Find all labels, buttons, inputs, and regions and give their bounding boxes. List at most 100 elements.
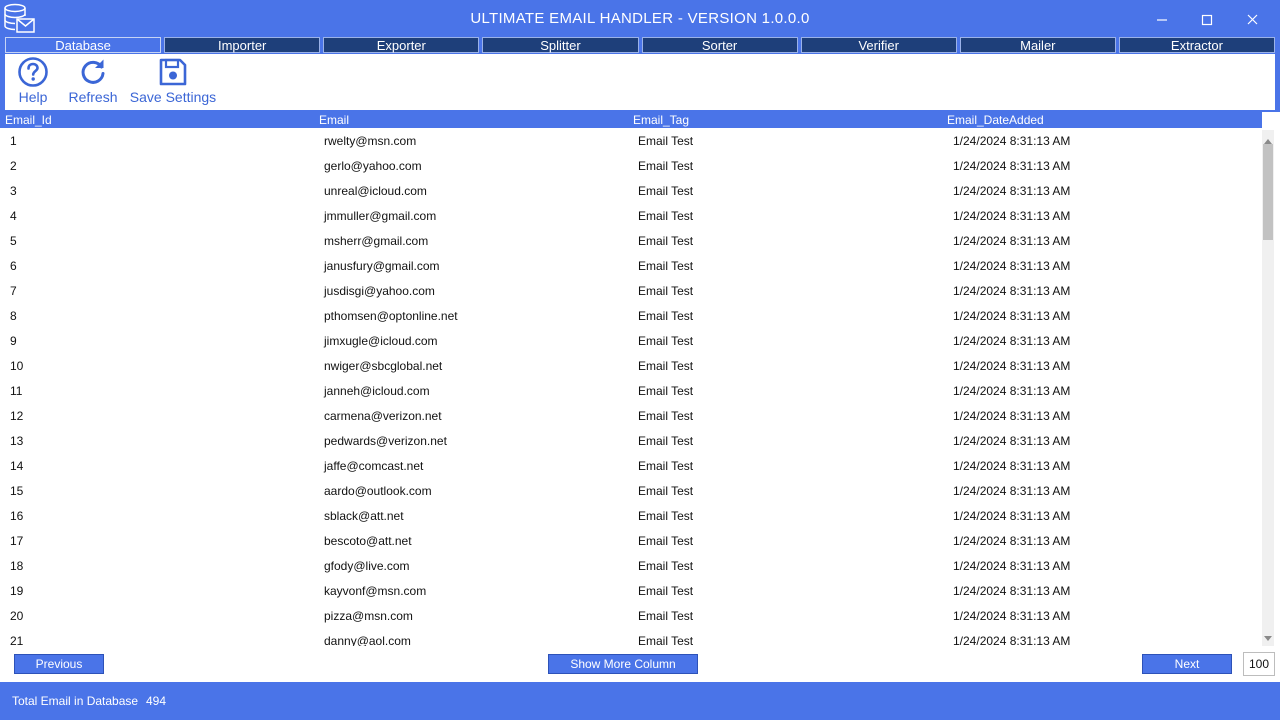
table-row[interactable]: 7 jusdisgi@yahoo.com Email Test 1/24/2024 8… bbox=[0, 279, 1262, 304]
cell-email: pizza@msn.com bbox=[324, 609, 413, 623]
refresh-button[interactable]: Refresh bbox=[67, 56, 119, 105]
table-row[interactable]: 9 jimxugle@icloud.com Email Test 1/24/2024 … bbox=[0, 329, 1262, 354]
cell-email-tag: Email Test bbox=[638, 334, 694, 348]
cell-email-id: 6 bbox=[10, 259, 17, 273]
minimize-icon[interactable] bbox=[1152, 8, 1172, 28]
tab-splitter[interactable]: Splitter bbox=[482, 37, 639, 53]
cell-email: rwelty@msn.com bbox=[324, 134, 417, 148]
vertical-scrollbar[interactable] bbox=[1262, 130, 1274, 646]
close-icon[interactable] bbox=[1243, 8, 1263, 28]
cell-date-added: 1/24/2024 8:31:13 AM bbox=[953, 209, 1071, 223]
cell-email-tag: Email Test bbox=[638, 284, 694, 298]
cell-email-id: 17 bbox=[10, 534, 24, 548]
save-disk-icon bbox=[127, 56, 219, 88]
column-header-email-id[interactable]: Email_Id bbox=[5, 112, 52, 128]
cell-date-added: 1/24/2024 8:31:13 AM bbox=[953, 184, 1071, 198]
table-row[interactable]: 15 aardo@outlook.com Email Test 1/24/2024 8… bbox=[0, 479, 1262, 504]
tab-exporter[interactable]: Exporter bbox=[323, 37, 480, 53]
cell-email-tag: Email Test bbox=[638, 359, 694, 373]
cell-email: jusdisgi@yahoo.com bbox=[324, 284, 435, 298]
cell-email-id: 3 bbox=[10, 184, 17, 198]
table-row[interactable]: 17 bescoto@att.net Email Test 1/24/2024 8:3… bbox=[0, 529, 1262, 554]
cell-email-tag: Email Test bbox=[638, 309, 694, 323]
table-row[interactable]: 3 unreal@icloud.com Email Test 1/24/2024 8:… bbox=[0, 179, 1262, 204]
email-table: Email_Id Email Email_Tag Email_DateAdded… bbox=[0, 112, 1280, 646]
cell-date-added: 1/24/2024 8:31:13 AM bbox=[953, 534, 1071, 548]
cell-date-added: 1/24/2024 8:31:13 AM bbox=[953, 584, 1071, 598]
table-row[interactable]: 12 carmena@verizon.net Email Test 1/24/2024… bbox=[0, 404, 1262, 429]
cell-date-added: 1/24/2024 8:31:13 AM bbox=[953, 359, 1071, 373]
column-header-email[interactable]: Email bbox=[319, 112, 349, 128]
table-row[interactable]: 8 pthomsen@optonline.net Email Test 1/24/20… bbox=[0, 304, 1262, 329]
cell-email-id: 10 bbox=[10, 359, 24, 373]
table-row[interactable]: 18 gfody@live.com Email Test 1/24/2024 8:31… bbox=[0, 554, 1262, 579]
maximize-icon[interactable] bbox=[1197, 8, 1217, 28]
cell-email-tag: Email Test bbox=[638, 134, 694, 148]
table-row[interactable]: 6 janusfury@gmail.com Email Test 1/24/2024 … bbox=[0, 254, 1262, 279]
help-button[interactable]: Help bbox=[15, 56, 51, 105]
cell-email: gfody@live.com bbox=[324, 559, 410, 573]
table-row[interactable]: 16 sblack@att.net Email Test 1/24/2024 8:31… bbox=[0, 504, 1262, 529]
cell-email-tag: Email Test bbox=[638, 259, 694, 273]
cell-email: pedwards@verizon.net bbox=[324, 434, 447, 448]
tab-sorter[interactable]: Sorter bbox=[641, 37, 798, 53]
table-row[interactable]: 10 nwiger@sbcglobal.net Email Test 1/24/202… bbox=[0, 354, 1262, 379]
cell-email-id: 11 bbox=[10, 384, 23, 398]
tab-verifier[interactable]: Verifier bbox=[800, 37, 957, 53]
toolbar: Help Refresh Save Settings bbox=[5, 54, 1275, 110]
cell-date-added: 1/24/2024 8:31:13 AM bbox=[953, 234, 1071, 248]
refresh-icon bbox=[67, 56, 119, 88]
previous-button[interactable]: Previous bbox=[14, 654, 104, 674]
total-email-label: Total Email in Database bbox=[12, 694, 139, 708]
tab-database[interactable]: Database bbox=[5, 37, 162, 53]
tab-extractor[interactable]: Extractor bbox=[1118, 37, 1275, 53]
column-header-date-added[interactable]: Email_DateAdded bbox=[947, 112, 1044, 128]
cell-email-id: 1 bbox=[10, 134, 17, 148]
cell-email-tag: Email Test bbox=[638, 634, 694, 646]
next-button[interactable]: Next bbox=[1142, 654, 1232, 674]
scroll-down-arrow-icon[interactable] bbox=[1264, 630, 1272, 646]
refresh-label: Refresh bbox=[68, 89, 118, 105]
title-bar: ULTIMATE EMAIL HANDLER - VERSION 1.0.0.0 bbox=[0, 0, 1280, 36]
table-row[interactable]: 14 jaffe@comcast.net Email Test 1/24/2024 8… bbox=[0, 454, 1262, 479]
cell-email-tag: Email Test bbox=[638, 434, 694, 448]
page-size-input[interactable]: 100 bbox=[1243, 652, 1275, 676]
cell-email: carmena@verizon.net bbox=[324, 409, 442, 423]
cell-email-tag: Email Test bbox=[638, 534, 694, 548]
cell-date-added: 1/24/2024 8:31:13 AM bbox=[953, 484, 1071, 498]
cell-email: nwiger@sbcglobal.net bbox=[324, 359, 443, 373]
table-row[interactable]: 20 pizza@msn.com Email Test 1/24/2024 8:31:… bbox=[0, 604, 1262, 629]
cell-date-added: 1/24/2024 8:31:13 AM bbox=[953, 634, 1071, 646]
cell-email-id: 12 bbox=[10, 409, 24, 423]
table-row[interactable]: 11 janneh@icloud.com Email Test 1/24/2024 8… bbox=[0, 379, 1262, 404]
tab-mailer[interactable]: Mailer bbox=[959, 37, 1116, 53]
cell-email-id: 4 bbox=[10, 209, 17, 223]
table-row[interactable]: 21 danny@aol.com Email Test 1/24/2024 8:31:… bbox=[0, 629, 1262, 646]
table-row[interactable]: 13 pedwards@verizon.net Email Test 1/24/202… bbox=[0, 429, 1262, 454]
cell-date-added: 1/24/2024 8:31:13 AM bbox=[953, 409, 1071, 423]
cell-date-added: 1/24/2024 8:31:13 AM bbox=[953, 259, 1071, 273]
table-row[interactable]: 19 kayvonf@msn.com Email Test 1/24/2024 8:3… bbox=[0, 579, 1262, 604]
cell-email-id: 14 bbox=[10, 459, 24, 473]
cell-date-added: 1/24/2024 8:31:13 AM bbox=[953, 334, 1071, 348]
table-row[interactable]: 4 jmmuller@gmail.com Email Test 1/24/2024 8… bbox=[0, 204, 1262, 229]
cell-date-added: 1/24/2024 8:31:13 AM bbox=[953, 159, 1071, 173]
cell-email: jimxugle@icloud.com bbox=[324, 334, 438, 348]
save-settings-button[interactable]: Save Settings bbox=[127, 56, 219, 105]
table-row[interactable]: 5 msherr@gmail.com Email Test 1/24/2024 8:3… bbox=[0, 229, 1262, 254]
cell-date-added: 1/24/2024 8:31:13 AM bbox=[953, 609, 1071, 623]
table-header: Email_Id Email Email_Tag Email_DateAdded bbox=[0, 112, 1262, 128]
cell-email-id: 15 bbox=[10, 484, 24, 498]
cell-email-tag: Email Test bbox=[638, 209, 694, 223]
table-body: 1 rwelty@msn.com Email Test 1/24/2024 8:31:… bbox=[0, 129, 1262, 646]
window-title: ULTIMATE EMAIL HANDLER - VERSION 1.0.0.0 bbox=[470, 10, 810, 27]
cell-email-tag: Email Test bbox=[638, 159, 694, 173]
table-row[interactable]: 1 rwelty@msn.com Email Test 1/24/2024 8:31:… bbox=[0, 129, 1262, 154]
cell-email: aardo@outlook.com bbox=[324, 484, 432, 498]
cell-email: sblack@att.net bbox=[324, 509, 404, 523]
show-more-column-button[interactable]: Show More Column bbox=[548, 654, 698, 674]
scrollbar-thumb[interactable] bbox=[1263, 144, 1273, 240]
table-row[interactable]: 2 gerlo@yahoo.com Email Test 1/24/2024 8:31… bbox=[0, 154, 1262, 179]
tab-importer[interactable]: Importer bbox=[164, 37, 321, 53]
column-header-email-tag[interactable]: Email_Tag bbox=[633, 112, 689, 128]
